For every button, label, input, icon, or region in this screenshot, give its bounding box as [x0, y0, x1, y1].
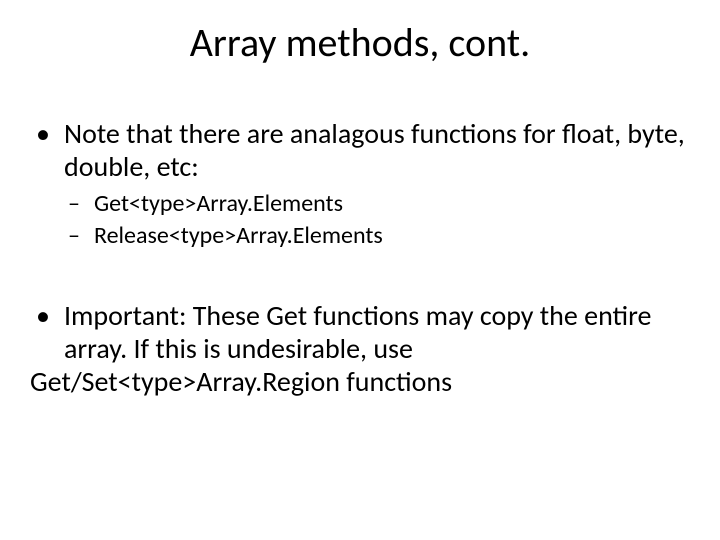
slide: Array methods, cont. Note that there are…: [0, 0, 720, 540]
bullet-item-2: Important: These Get functions may copy …: [30, 299, 690, 398]
sub-bullet-2: Release<type>Array.Elements: [64, 221, 690, 251]
bullet-text-1: Note that there are analagous functions …: [64, 116, 685, 184]
bullet-text-2: Important: These Get functions may copy …: [64, 298, 651, 366]
spacer: [30, 257, 690, 299]
bullet-text-2-cont: Get/Set<type>Array.Region functions: [30, 365, 690, 398]
slide-title: Array methods, cont.: [30, 18, 690, 67]
bullet-list-2: Important: These Get functions may copy …: [30, 299, 690, 398]
bullet-item-1: Note that there are analagous functions …: [30, 117, 690, 251]
sub-bullet-list: Get<type>Array.Elements Release<type>Arr…: [64, 189, 690, 251]
bullet-list: Note that there are analagous functions …: [30, 117, 690, 251]
sub-bullet-1: Get<type>Array.Elements: [64, 189, 690, 219]
slide-body: Note that there are analagous functions …: [30, 117, 690, 398]
